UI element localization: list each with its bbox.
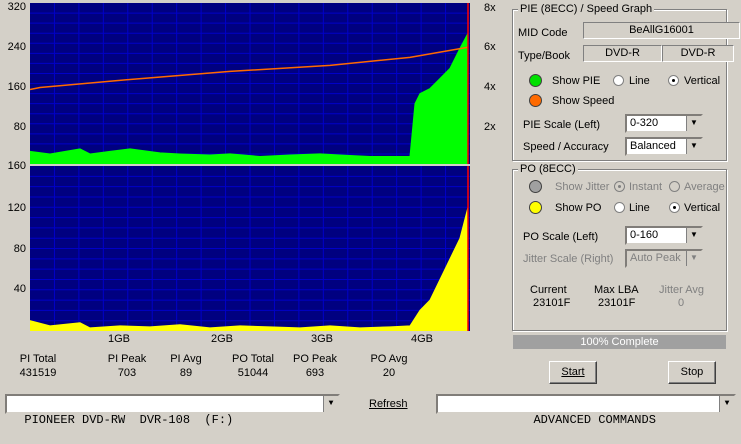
speed-accuracy-select[interactable]: Balanced ▼ bbox=[625, 137, 703, 156]
x-tick: 3GB bbox=[311, 333, 334, 345]
po-chart bbox=[30, 166, 470, 331]
po-peak-label: PO Peak bbox=[292, 353, 338, 365]
current-value: 23101F bbox=[533, 297, 571, 309]
mid-code-label: MID Code bbox=[518, 27, 568, 39]
po-ytick: 160 bbox=[7, 160, 26, 172]
po-scale-label: PO Scale (Left) bbox=[523, 231, 599, 243]
chevron-down-icon[interactable]: ▼ bbox=[686, 116, 701, 131]
drive-select[interactable]: PIONEER DVD-RW DVR-108 (F:) ▼ bbox=[5, 394, 340, 427]
po-avg-value: 20 bbox=[382, 367, 396, 379]
pie-color-swatch[interactable] bbox=[529, 74, 542, 87]
advanced-commands-select[interactable]: ADVANCED COMMANDS ▼ bbox=[436, 394, 736, 427]
po-vertical-radio[interactable] bbox=[669, 202, 680, 213]
refresh-link[interactable]: Refresh bbox=[369, 398, 408, 410]
jitter-color-swatch bbox=[529, 180, 542, 193]
pie-ytick: 160 bbox=[7, 81, 26, 93]
pie-group-title: PIE (8ECC) / Speed Graph bbox=[518, 3, 655, 15]
advanced-commands-value: ADVANCED COMMANDS bbox=[533, 413, 656, 427]
po-scale-value: 0-160 bbox=[630, 229, 659, 241]
start-button[interactable]: Start bbox=[549, 361, 597, 384]
jitter-instant-radio bbox=[614, 181, 625, 192]
max-lba-value: 23101F bbox=[598, 297, 636, 309]
pi-peak-value: 703 bbox=[117, 367, 137, 379]
show-pie-label[interactable]: Show PIE bbox=[552, 75, 600, 87]
book-value: DVD-R bbox=[662, 45, 734, 62]
max-lba-label: Max LBA bbox=[594, 284, 639, 296]
x-tick: 1GB bbox=[108, 333, 131, 345]
pie-vertical-label[interactable]: Vertical bbox=[684, 75, 720, 87]
speed-accuracy-label: Speed / Accuracy bbox=[523, 141, 609, 153]
po-total-label: PO Total bbox=[232, 353, 274, 365]
po-scale-select[interactable]: 0-160 ▼ bbox=[625, 226, 703, 245]
jitter-avg-label: Jitter Avg bbox=[659, 284, 705, 296]
show-speed-label[interactable]: Show Speed bbox=[552, 95, 614, 107]
jitter-scale-value: Auto Peak bbox=[630, 252, 681, 264]
progress-bar: 100% Complete bbox=[513, 335, 726, 349]
pi-avg-label: PI Avg bbox=[170, 353, 202, 365]
pie-ytick: 80 bbox=[13, 121, 26, 133]
po-group-title: PO (8ECC) bbox=[518, 163, 578, 175]
pie-scale-value: 0-320 bbox=[630, 117, 659, 129]
po-avg-label: PO Avg bbox=[370, 353, 408, 365]
po-total-value: 51044 bbox=[237, 367, 269, 379]
x-tick: 2GB bbox=[211, 333, 234, 345]
po-ytick: 40 bbox=[13, 283, 26, 295]
pi-total-value: 431519 bbox=[19, 367, 57, 379]
po-ytick: 120 bbox=[7, 202, 26, 214]
speed-ytick: 4x bbox=[484, 81, 496, 93]
jitter-scale-select: Auto Peak ▼ bbox=[625, 249, 703, 268]
stop-button-label: Stop bbox=[680, 366, 704, 378]
chevron-down-icon: ▼ bbox=[686, 251, 701, 266]
pie-chart bbox=[30, 3, 470, 164]
jitter-avg-value: 0 bbox=[678, 297, 685, 309]
pie-line-label[interactable]: Line bbox=[629, 75, 650, 87]
current-label: Current bbox=[530, 284, 567, 296]
progress-text: 100% Complete bbox=[580, 336, 659, 348]
pie-area bbox=[30, 32, 469, 164]
po-line-label[interactable]: Line bbox=[629, 202, 650, 214]
pie-scale-select[interactable]: 0-320 ▼ bbox=[625, 114, 703, 133]
jitter-scale-label: Jitter Scale (Right) bbox=[523, 253, 614, 265]
mid-code-value: BeAllG16001 bbox=[583, 22, 740, 39]
po-ytick: 80 bbox=[13, 243, 26, 255]
jitter-instant-label: Instant bbox=[629, 181, 663, 193]
chevron-down-icon[interactable]: ▼ bbox=[719, 396, 734, 412]
jitter-average-radio bbox=[669, 181, 680, 192]
pie-scale-label: PIE Scale (Left) bbox=[523, 119, 601, 131]
speed-ytick: 2x bbox=[484, 121, 496, 133]
po-color-swatch[interactable] bbox=[529, 201, 542, 214]
chevron-down-icon[interactable]: ▼ bbox=[686, 228, 701, 243]
speed-ytick: 8x bbox=[484, 2, 496, 14]
type-book-label: Type/Book bbox=[518, 50, 570, 62]
jitter-average-label: Average bbox=[684, 181, 725, 193]
speed-accuracy-value: Balanced bbox=[630, 140, 676, 152]
po-line-radio[interactable] bbox=[614, 202, 625, 213]
speed-ytick: 6x bbox=[484, 41, 496, 53]
chevron-down-icon[interactable]: ▼ bbox=[686, 139, 701, 154]
speed-color-swatch[interactable] bbox=[529, 94, 542, 107]
drive-value: PIONEER DVD-RW DVR-108 (F:) bbox=[24, 413, 234, 427]
pie-vertical-radio[interactable] bbox=[668, 75, 679, 86]
pie-line-radio[interactable] bbox=[613, 75, 624, 86]
start-button-label: Start bbox=[561, 366, 585, 378]
pie-ytick: 240 bbox=[7, 41, 26, 53]
pi-peak-label: PI Peak bbox=[107, 353, 147, 365]
po-vertical-label[interactable]: Vertical bbox=[684, 202, 720, 214]
po-peak-value: 693 bbox=[305, 367, 325, 379]
chevron-down-icon[interactable]: ▼ bbox=[323, 396, 338, 412]
pi-total-label: PI Total bbox=[19, 353, 57, 365]
stop-button[interactable]: Stop bbox=[668, 361, 716, 384]
show-po-label[interactable]: Show PO bbox=[555, 202, 601, 214]
x-tick: 4GB bbox=[411, 333, 434, 345]
type-value: DVD-R bbox=[583, 45, 662, 62]
pie-ytick: 320 bbox=[7, 1, 26, 13]
pi-avg-value: 89 bbox=[179, 367, 193, 379]
show-jitter-label: Show Jitter bbox=[555, 181, 610, 193]
